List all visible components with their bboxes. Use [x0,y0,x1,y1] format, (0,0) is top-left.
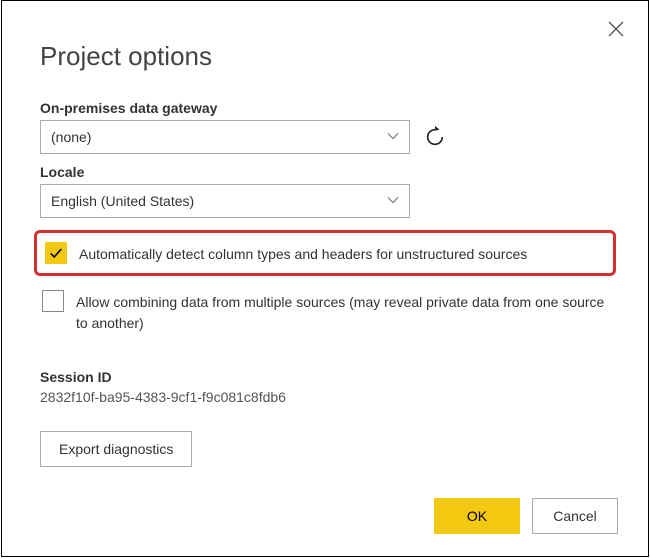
gateway-label: On-premises data gateway [40,100,610,116]
gateway-select[interactable]: (none) [40,120,410,154]
auto-detect-checkbox[interactable] [45,242,67,264]
auto-detect-label: Automatically detect column types and he… [79,242,527,264]
locale-value: English (United States) [51,193,194,209]
export-diagnostics-button[interactable]: Export diagnostics [40,431,192,467]
close-icon [608,21,624,37]
refresh-icon [424,126,446,148]
locale-label: Locale [40,164,610,180]
chevron-down-icon [387,129,399,145]
refresh-button[interactable] [424,126,446,148]
cancel-label: Cancel [553,508,597,524]
locale-select[interactable]: English (United States) [40,184,410,218]
close-button[interactable] [608,21,626,39]
check-icon [49,246,63,260]
export-diagnostics-label: Export diagnostics [59,441,173,457]
session-id-value: 2832f10f-ba95-4383-9cf1-f9c081c8fdb6 [40,389,610,405]
dialog-window: Project options On-premises data gateway… [1,0,649,557]
combine-sources-label: Allow combining data from multiple sourc… [76,290,608,333]
chevron-down-icon [387,193,399,209]
ok-button[interactable]: OK [434,498,520,534]
cancel-button[interactable]: Cancel [532,498,618,534]
session-id-label: Session ID [40,369,610,385]
ok-label: OK [467,508,487,524]
combine-sources-checkbox[interactable] [42,290,64,312]
gateway-value: (none) [51,129,91,145]
dialog-title: Project options [40,41,610,72]
highlight-annotation: Automatically detect column types and he… [34,230,616,276]
